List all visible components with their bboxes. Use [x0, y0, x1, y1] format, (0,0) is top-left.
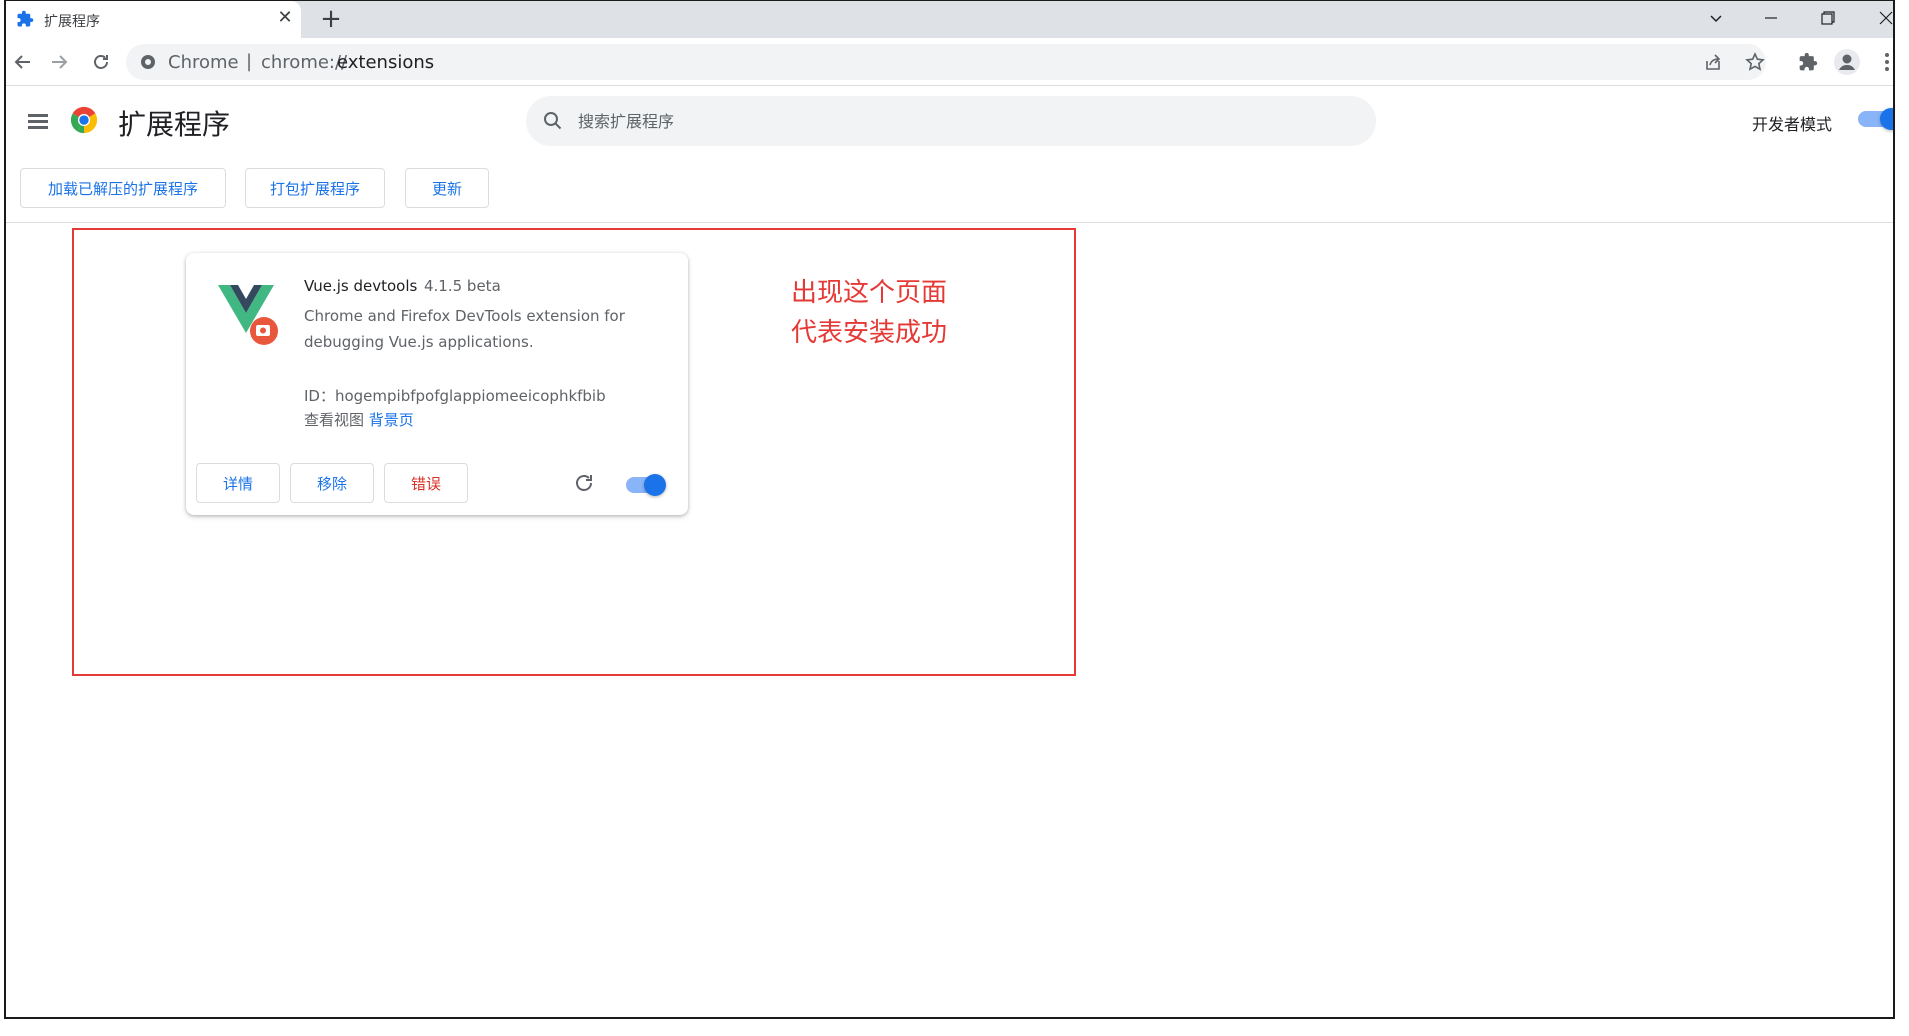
extension-enable-toggle[interactable]: [626, 474, 666, 496]
browser-window: 扩展程序 ✕ + Chrome | chrome:// extensions 扩…: [4, 0, 1895, 1019]
new-tab-button[interactable]: +: [316, 4, 346, 34]
extension-card: Vue.js devtools 4.1.5 beta Chrome and Fi…: [186, 253, 688, 515]
reload-icon[interactable]: [86, 47, 116, 77]
bookmark-star-icon[interactable]: [1740, 47, 1770, 77]
search-input[interactable]: [578, 106, 1338, 136]
extensions-puzzle-icon[interactable]: [1793, 47, 1823, 77]
update-button[interactable]: 更新: [405, 168, 489, 208]
tab-close-icon[interactable]: ✕: [274, 7, 296, 29]
omnibox-host: extensions: [337, 52, 435, 73]
minimize-button[interactable]: [1751, 3, 1791, 33]
views-label: 查看视图: [304, 411, 365, 429]
hamburger-menu-icon[interactable]: [22, 106, 52, 136]
profile-avatar-icon[interactable]: [1832, 47, 1862, 77]
developer-mode-toggle[interactable]: [1858, 108, 1893, 130]
forward-arrow-icon[interactable]: [44, 47, 74, 77]
errors-button[interactable]: 错误: [384, 463, 468, 503]
tab-search-icon[interactable]: [1696, 3, 1736, 33]
extensions-header: 扩展程序 开发者模式 加载已解压的扩展程序 打包扩展程序 更新: [6, 87, 1893, 223]
chrome-logo-icon: [70, 106, 98, 134]
annotation-line-1: 出现这个页面: [791, 278, 948, 308]
extension-description: Chrome and Firefox DevTools extension fo…: [304, 307, 625, 351]
extension-views: 查看视图 背景页: [304, 409, 414, 430]
extension-version: 4.1.5 beta: [424, 277, 501, 295]
back-arrow-icon[interactable]: [8, 47, 38, 77]
page-title: 扩展程序: [118, 108, 231, 141]
browser-toolbar: Chrome | chrome:// extensions: [6, 38, 1893, 86]
puzzle-icon: [17, 10, 34, 27]
search-icon: [544, 112, 562, 130]
omnibox-scheme: chrome://: [261, 52, 348, 73]
extension-id: ID：hogempibfpofglappiomeeicophkfbib: [304, 387, 606, 405]
details-button[interactable]: 详情: [196, 463, 280, 503]
load-unpacked-button[interactable]: 加载已解压的扩展程序: [20, 168, 226, 208]
annotation-line-2: 代表安装成功: [791, 318, 948, 348]
extension-name: Vue.js devtools: [304, 277, 418, 295]
tab-extensions[interactable]: 扩展程序 ✕: [6, 1, 301, 38]
tab-title: 扩展程序: [44, 14, 100, 30]
developer-mode-label: 开发者模式: [1752, 115, 1833, 134]
remove-button[interactable]: 移除: [290, 463, 374, 503]
more-menu-icon[interactable]: [1872, 47, 1893, 77]
background-page-link[interactable]: 背景页: [369, 411, 414, 429]
search-box[interactable]: [526, 96, 1376, 146]
pack-extension-button[interactable]: 打包扩展程序: [245, 168, 385, 208]
address-bar[interactable]: Chrome | chrome:// extensions: [126, 44, 1766, 80]
chrome-site-icon: [141, 55, 155, 69]
omnibox-separator: |: [246, 51, 253, 72]
vue-devtools-logo-icon: [218, 285, 278, 345]
share-icon[interactable]: [1698, 47, 1728, 77]
omnibox-origin: Chrome: [168, 52, 239, 73]
close-window-button[interactable]: [1866, 3, 1893, 33]
tab-strip: 扩展程序 ✕ +: [6, 1, 1893, 38]
annotation-text: 出现这个页面 代表安装成功: [791, 273, 947, 353]
reload-extension-icon[interactable]: [572, 471, 596, 495]
restore-button[interactable]: [1808, 3, 1848, 33]
